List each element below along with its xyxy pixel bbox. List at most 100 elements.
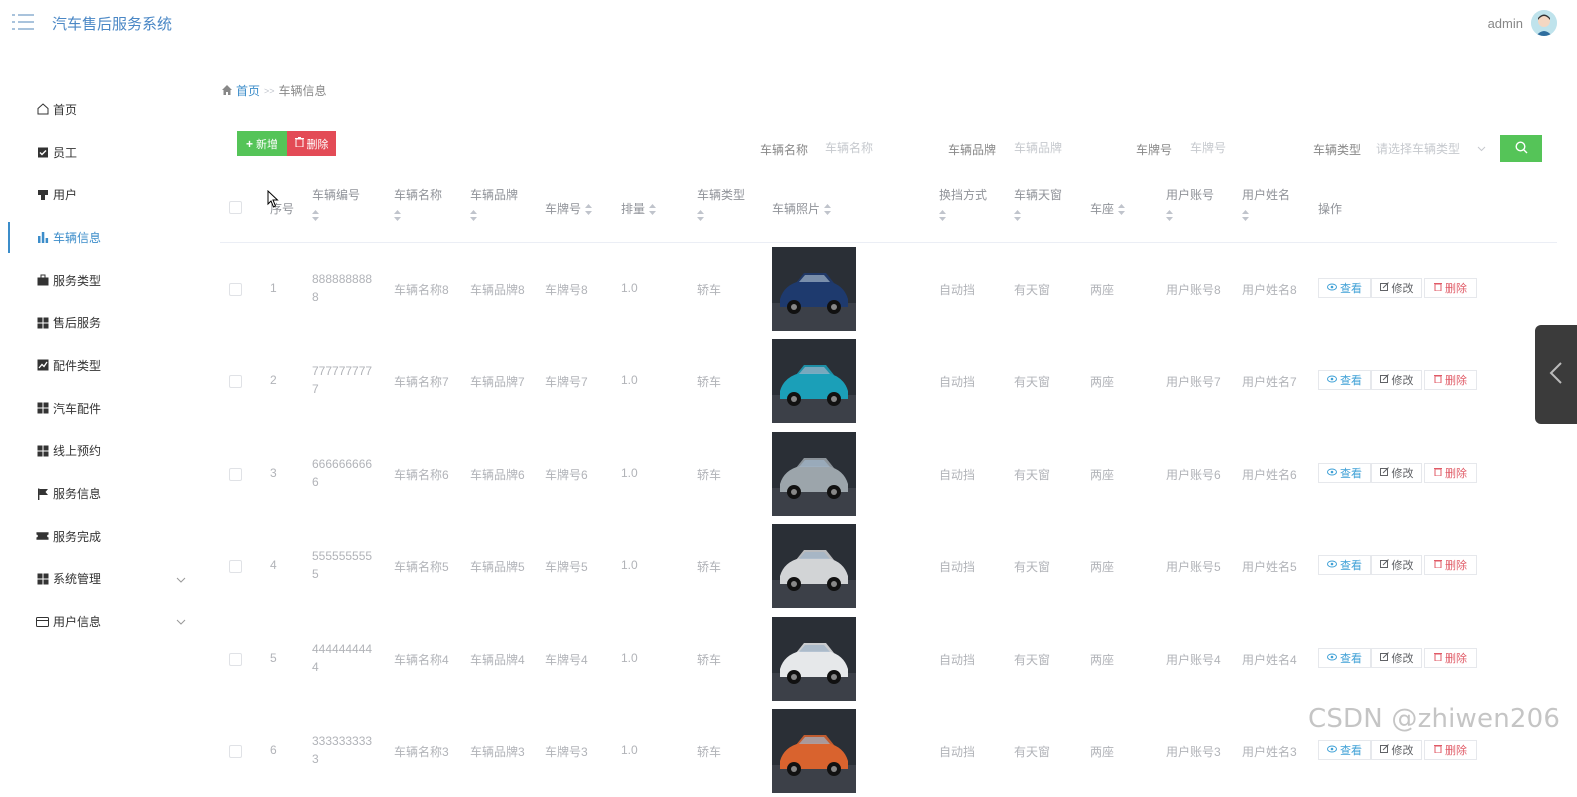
- filter-plate-input[interactable]: [1190, 137, 1295, 159]
- row-delete-button[interactable]: 删除: [1424, 370, 1477, 391]
- sort-icon[interactable]: [697, 208, 745, 222]
- sort-icon[interactable]: [1166, 208, 1214, 222]
- user-menu[interactable]: admin: [1488, 10, 1557, 36]
- row-delete-button[interactable]: 删除: [1424, 555, 1477, 576]
- sidebar-item-9[interactable]: 服务信息: [0, 472, 200, 515]
- sidebar-item-8[interactable]: 线上预约: [0, 430, 200, 473]
- sidebar-item-12[interactable]: 用户信息: [0, 600, 200, 643]
- cell-user-account: 用户账号5: [1166, 560, 1221, 575]
- eye-icon: [1327, 282, 1337, 294]
- sidebar-item-11[interactable]: 系统管理: [0, 558, 200, 601]
- filter-type-placeholder: 请选择车辆类型: [1376, 141, 1461, 156]
- row-delete-button[interactable]: 删除: [1424, 278, 1477, 298]
- row-view-button[interactable]: 查看: [1318, 555, 1371, 576]
- sidebar-item-0[interactable]: 首页: [0, 88, 200, 131]
- cell-name: 车辆名称7: [394, 375, 449, 390]
- cell-brand: 车辆品牌7: [470, 375, 525, 390]
- row-checkbox[interactable]: [229, 375, 242, 389]
- sidebar-item-7[interactable]: 汽车配件: [0, 387, 200, 430]
- sort-icon[interactable]: [1242, 208, 1290, 222]
- column-header-user-name[interactable]: 用户姓名: [1242, 186, 1290, 222]
- cell-seats: 两座: [1090, 375, 1115, 390]
- filter-brand-input[interactable]: [1014, 137, 1119, 159]
- row-edit-button[interactable]: 修改: [1371, 370, 1422, 391]
- row-view-button[interactable]: 查看: [1318, 462, 1371, 483]
- cell-plate: 车牌号5: [545, 560, 588, 575]
- column-header-displacement[interactable]: 排量: [621, 200, 657, 217]
- eye-icon: [1327, 559, 1337, 571]
- sidebar-item-10[interactable]: 服务完成: [0, 515, 200, 558]
- cell-index: 6: [270, 743, 277, 757]
- column-header-type[interactable]: 车辆类型: [697, 186, 745, 222]
- side-panel-toggle[interactable]: [1535, 325, 1577, 424]
- vehicle-photo: [772, 524, 856, 609]
- cell-type: 轿车: [697, 375, 722, 390]
- cell-user-name: 用户姓名5: [1242, 560, 1297, 575]
- row-edit-button[interactable]: 修改: [1371, 740, 1422, 760]
- ticket-icon: [36, 530, 49, 543]
- filter-type-select[interactable]: 请选择车辆类型: [1376, 137, 1486, 159]
- row-delete-button[interactable]: 删除: [1424, 462, 1477, 483]
- sort-icon[interactable]: [470, 208, 518, 222]
- table-row: 1 车辆名称8 车辆品牌8 车牌号8 1.0 轿车 自动挡 有天窗 两座 用户账号8 用户姓名8 88…: [220, 243, 1557, 335]
- search-button[interactable]: [1500, 135, 1542, 162]
- column-header-plate[interactable]: 车牌号: [545, 200, 593, 217]
- sort-icon[interactable]: [312, 208, 360, 222]
- column-header-label: 车辆品牌: [470, 188, 519, 202]
- row-checkbox[interactable]: [229, 283, 242, 296]
- sidebar-item-2[interactable]: 用户: [0, 173, 200, 216]
- row-view-button[interactable]: 查看: [1318, 740, 1371, 760]
- column-header-gear[interactable]: 换挡方式: [939, 186, 987, 222]
- sort-icon[interactable]: [939, 208, 987, 222]
- sidebar-item-4[interactable]: 服务类型: [0, 259, 200, 302]
- sidebar-item-label: 售后服务: [53, 316, 102, 331]
- sort-icon[interactable]: [1014, 208, 1062, 222]
- column-header-sunroof[interactable]: 车辆天窗: [1014, 186, 1062, 222]
- row-checkbox[interactable]: [229, 467, 242, 481]
- row-delete-button[interactable]: 删除: [1424, 647, 1477, 668]
- sort-icon[interactable]: [394, 208, 442, 222]
- cell-seats: 两座: [1090, 560, 1115, 575]
- sidebar-item-label: 用户信息: [53, 615, 102, 630]
- column-header-code[interactable]: 车辆编号: [312, 186, 360, 222]
- delete-button[interactable]: 删除: [287, 131, 336, 156]
- avatar[interactable]: [1531, 10, 1557, 36]
- add-button[interactable]: + 新增: [237, 131, 287, 156]
- cell-plate: 车牌号3: [545, 745, 588, 759]
- row-edit-button[interactable]: 修改: [1371, 462, 1422, 483]
- sort-icon[interactable]: [824, 202, 832, 216]
- sidebar-item-label: 车辆信息: [53, 230, 102, 245]
- row-edit-button[interactable]: 修改: [1371, 647, 1422, 668]
- row-view-button[interactable]: 查看: [1318, 647, 1371, 668]
- filter-name-input[interactable]: [825, 137, 930, 159]
- row-action-label: 删除: [1445, 375, 1467, 388]
- column-header-brand[interactable]: 车辆品牌: [470, 186, 518, 222]
- row-edit-button[interactable]: 修改: [1371, 555, 1422, 576]
- row-checkbox[interactable]: [229, 560, 242, 574]
- row-checkbox[interactable]: [229, 652, 242, 666]
- sidebar-item-3[interactable]: 车辆信息: [0, 216, 200, 259]
- sidebar-item-6[interactable]: 配件类型: [0, 344, 200, 387]
- row-edit-button[interactable]: 修改: [1371, 278, 1422, 298]
- sort-icon[interactable]: [1118, 202, 1126, 216]
- breadcrumb-home[interactable]: 首页: [236, 82, 260, 99]
- sidebar-item-1[interactable]: 员工: [0, 131, 200, 174]
- cell-user-name: 用户姓名8: [1242, 283, 1297, 297]
- row-checkbox[interactable]: [229, 745, 242, 758]
- column-header-user-account[interactable]: 用户账号: [1166, 186, 1214, 222]
- sort-icon[interactable]: [585, 202, 593, 216]
- column-header-name[interactable]: 车辆名称: [394, 186, 442, 222]
- column-header-photo[interactable]: 车辆照片: [772, 200, 832, 217]
- row-view-button[interactable]: 查看: [1318, 278, 1371, 298]
- sidebar-item-5[interactable]: 售后服务: [0, 301, 200, 344]
- cell-user-account: 用户账号8: [1166, 283, 1221, 297]
- sort-icon[interactable]: [649, 202, 657, 216]
- select-all-checkbox[interactable]: [229, 201, 242, 214]
- row-view-button[interactable]: 查看: [1318, 370, 1371, 391]
- chevron-down-icon: [1477, 141, 1486, 155]
- menu-toggle-icon[interactable]: [12, 12, 34, 32]
- row-delete-button[interactable]: 删除: [1424, 740, 1477, 760]
- column-header-seats[interactable]: 车座: [1090, 200, 1126, 217]
- cell-code: 3333333333: [312, 734, 373, 766]
- chevron-down-icon: [176, 614, 186, 628]
